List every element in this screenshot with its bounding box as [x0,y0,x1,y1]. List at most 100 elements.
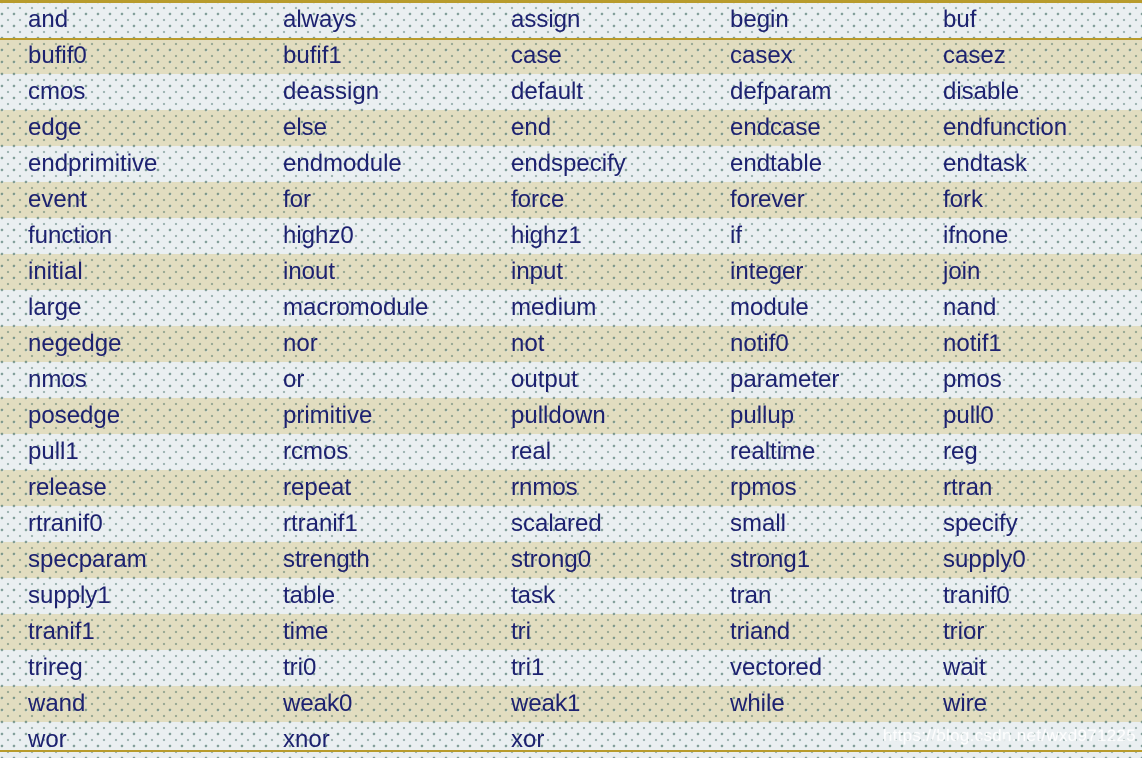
keyword-cell: function [28,222,113,249]
keyword-cell: rtranif1 [283,510,358,537]
keyword-cell: time [283,618,329,645]
keyword-cell: defparam [730,78,832,105]
keyword-cell: tran [730,582,772,609]
table-row: tranif1 time tri triand trior [0,614,1142,650]
keyword-cell: rtranif0 [28,510,103,537]
keyword-cell: initial [28,258,83,285]
keyword-cell: buf [943,6,977,33]
keyword-cell: rpmos [730,474,797,501]
keyword-cell: endmodule [283,150,402,177]
table-row: initial inout input integer join [0,254,1142,290]
keyword-cell: large [28,294,82,321]
keyword-cell: highz0 [283,222,354,249]
keyword-cell: tranif1 [28,618,95,645]
keyword-cell: vectored [730,654,823,681]
keyword-cell: rcmos [283,438,349,465]
keyword-cell: scalared [511,510,602,537]
table-row: endprimitive endmodule endspecify endtable e… [0,146,1142,182]
keyword-cell: pullup [730,402,795,429]
keyword-cell: pull0 [943,402,994,429]
keyword-cell: notif0 [730,330,789,357]
keyword-cell: weak1 [511,690,581,717]
table-row: supply1 table task tran tranif0 [0,578,1142,614]
keyword-cell: parameter [730,366,840,393]
keyword-cell: medium [511,294,597,321]
keyword-cell: casex [730,42,793,69]
keyword-cell: rnmos [511,474,578,501]
keyword-cell: event [28,186,87,213]
keyword-cell: module [730,294,809,321]
keyword-cell: nor [283,330,318,357]
keyword-cell: join [943,258,981,285]
keyword-cell: tranif0 [943,582,1010,609]
keyword-cell: wor [28,726,67,753]
table-row: large macromodule medium module nand [0,290,1142,326]
keyword-cell: pulldown [511,402,606,429]
keyword-cell: supply1 [28,582,111,609]
table-row: negedge nor not notif0 notif1 [0,326,1142,362]
keyword-cell: nmos [28,366,87,393]
keyword-cell: supply0 [943,546,1026,573]
keyword-cell: end [511,114,552,141]
keyword-cell: specparam [28,546,147,573]
keyword-cell: force [511,186,565,213]
keyword-cell: endcase [730,114,821,141]
table-row: release repeat rnmos rpmos rtran [0,470,1142,506]
keyword-cell: if [730,222,742,249]
table-row: trireg tri0 tri1 vectored wait [0,650,1142,686]
keyword-cell: pull1 [28,438,79,465]
keyword-cell: small [730,510,787,537]
keyword-cell: casez [943,42,1006,69]
keyword-cell: task [511,582,556,609]
keyword-cell: realtime [730,438,816,465]
table-row: nmos or output parameter pmos [0,362,1142,398]
keyword-cell: forever [730,186,805,213]
table-row: rtranif0 rtranif1 scalared small specify [0,506,1142,542]
table-row: and always assign begin buf [0,2,1142,38]
keyword-cell: nand [943,294,997,321]
keyword-cell: output [511,366,578,393]
keyword-cell: wire [943,690,988,717]
bottom-border-rule [0,750,1142,752]
keyword-cell: endtable [730,150,823,177]
keyword-cell: else [283,114,328,141]
keyword-cell: assign [511,6,581,33]
keyword-cell: ifnone [943,222,1009,249]
keyword-cell: weak0 [283,690,353,717]
keyword-cell: or [283,366,305,393]
keyword-table-page: and always assign begin buf bufif0 bufif1 case c… [0,0,1142,758]
keyword-cell: endtask [943,150,1028,177]
keyword-cell: xnor [283,726,330,753]
keyword-cell: while [730,690,785,717]
keyword-cell: real [511,438,552,465]
keyword-cell: xor [511,726,545,753]
keyword-cell: tri [511,618,531,645]
table-row: posedge primitive pulldown pullup pull0 [0,398,1142,434]
keyword-cell: disable [943,78,1020,105]
keyword-cell: table [283,582,336,609]
keyword-cell: triand [730,618,791,645]
keyword-cell: for [283,186,312,213]
keyword-grid: and always assign begin buf bufif0 bufif1 case c… [0,0,1142,758]
keyword-cell: endprimitive [28,150,158,177]
keyword-cell: macromodule [283,294,429,321]
table-row: function highz0 highz1 if ifnone [0,218,1142,254]
keyword-cell: rtran [943,474,993,501]
keyword-cell: default [511,78,584,105]
watermark-text: https://blog.csdn.net/wxd971225 [882,726,1136,745]
keyword-cell: inout [283,258,336,285]
table-row: bufif0 bufif1 case casex casez [0,38,1142,74]
keyword-cell: strength [283,546,370,573]
table-row: cmos deassign default defparam disable [0,74,1142,110]
keyword-cell: wand [28,690,86,717]
keyword-cell: case [511,42,562,69]
keyword-cell: integer [730,258,804,285]
top-border-rule [0,0,1142,3]
table-row: specparam strength strong0 strong1 supply0 [0,542,1142,578]
keyword-cell: primitive [283,402,373,429]
keyword-cell: repeat [283,474,352,501]
keyword-cell: endfunction [943,114,1068,141]
keyword-cell: strong0 [511,546,592,573]
keyword-cell: tri1 [511,654,545,681]
keyword-cell: posedge [28,402,121,429]
